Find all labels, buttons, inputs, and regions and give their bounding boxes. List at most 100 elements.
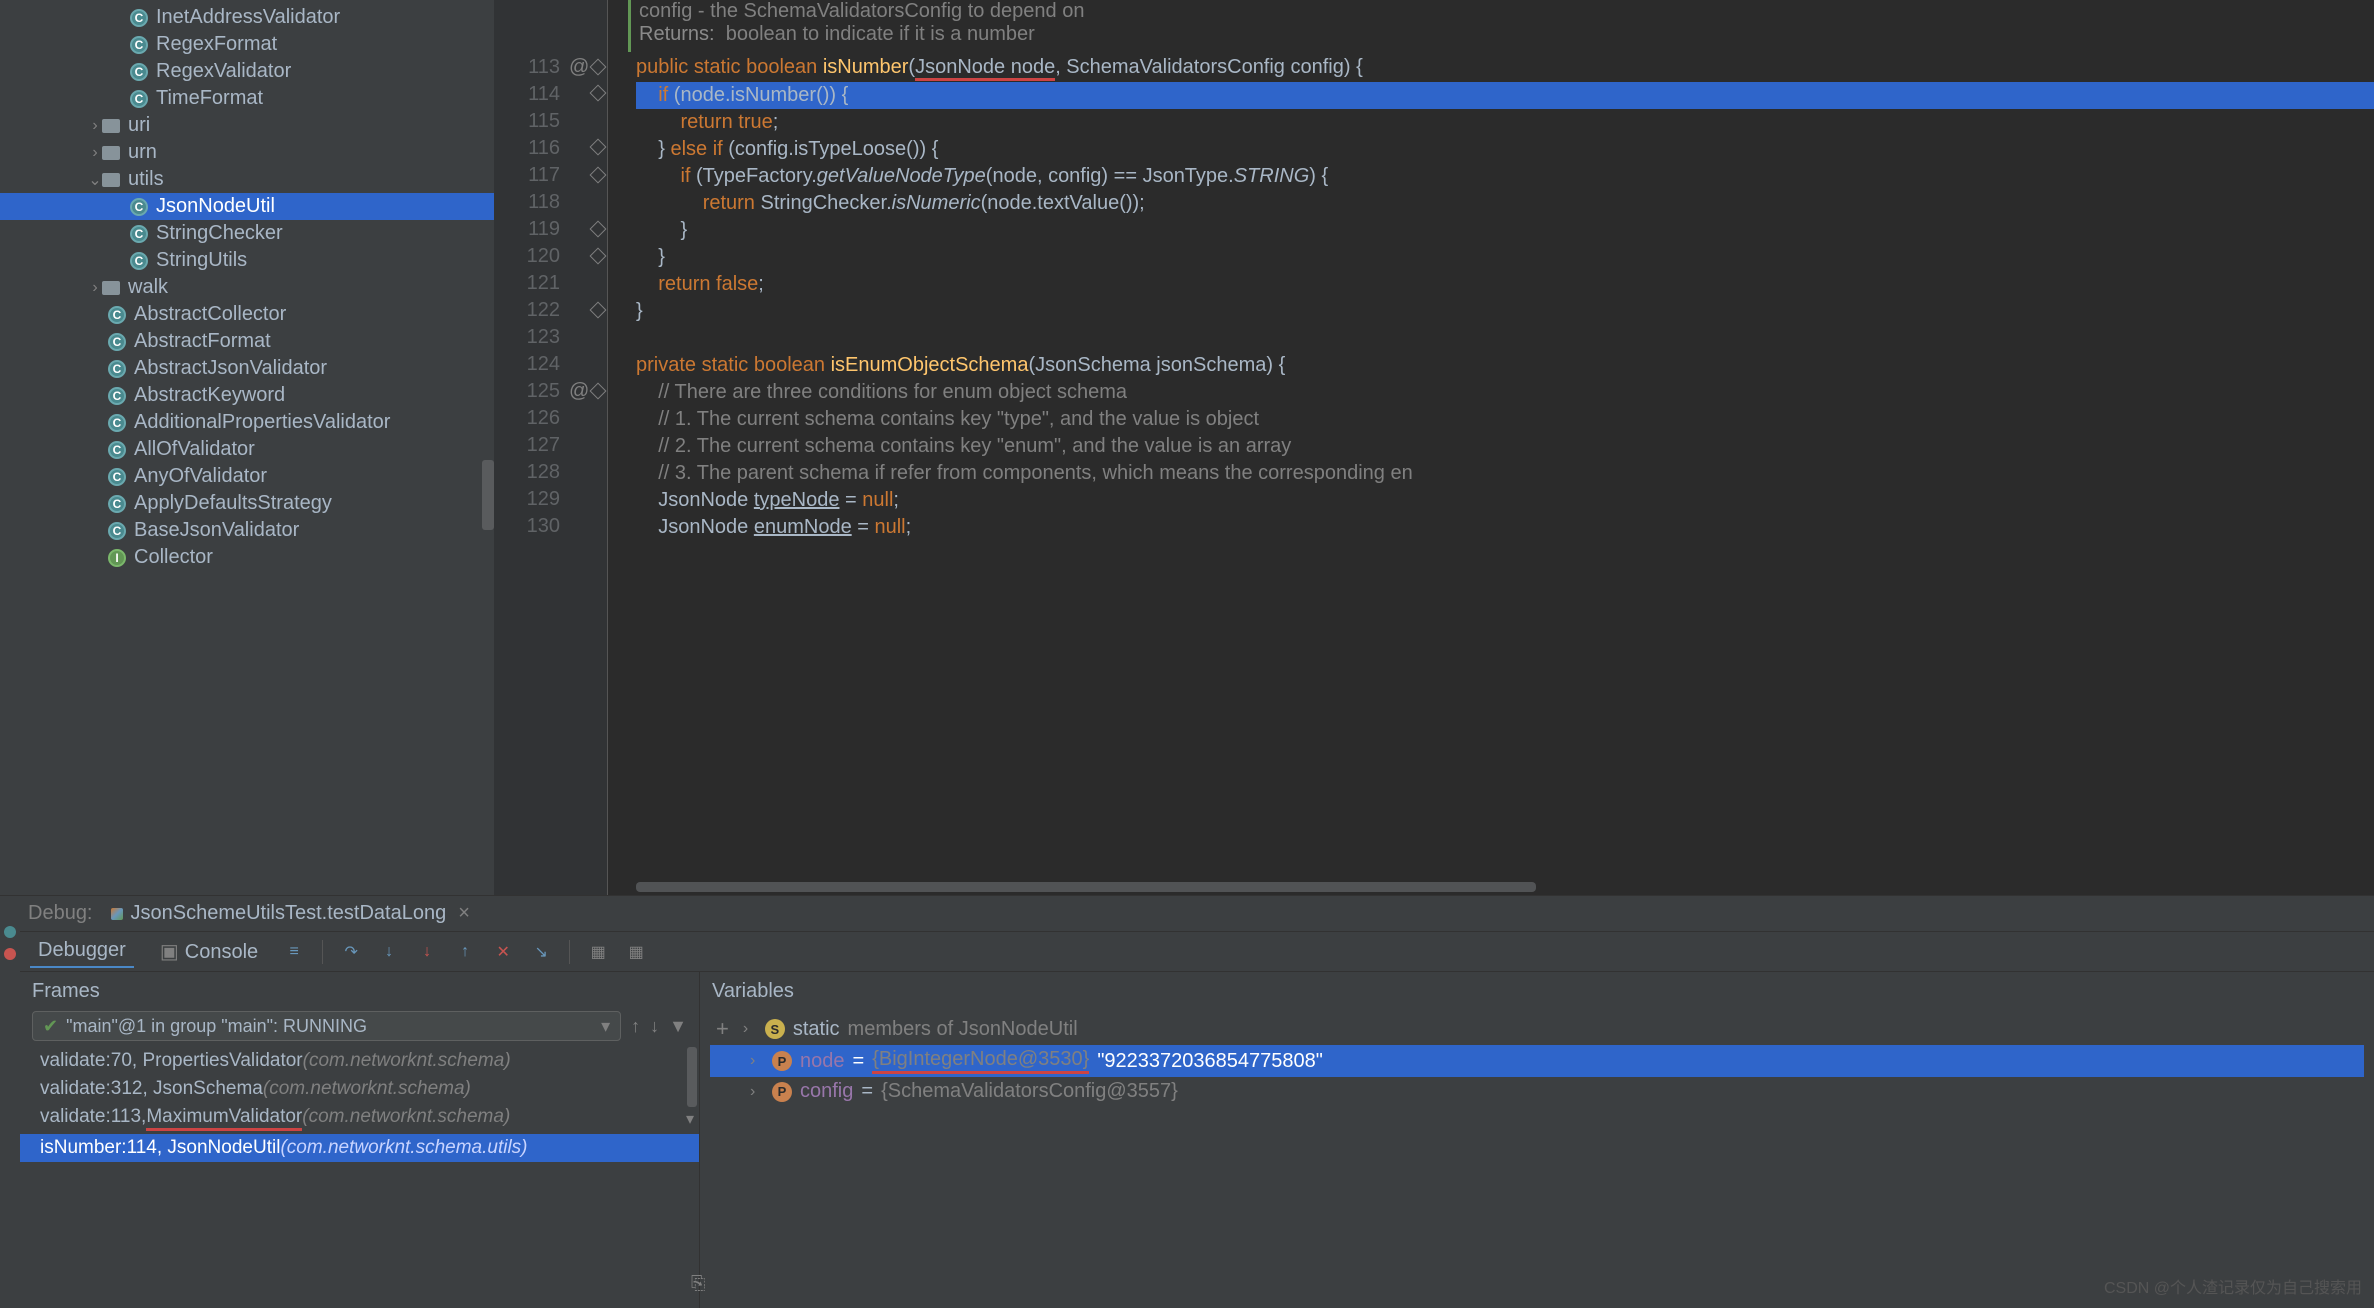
chevron-down-icon: ▾: [601, 1016, 610, 1037]
tree-item[interactable]: CTimeFormat: [0, 85, 494, 112]
code-editor[interactable]: @ @ 113114115116117118119120121122123124…: [494, 0, 2374, 895]
watermark: CSDN @个人渣记录仅为自己搜索用: [2104, 1274, 2362, 1298]
tree-label: TimeFormat: [156, 87, 494, 110]
close-icon[interactable]: ×: [458, 902, 470, 925]
tree-label: AbstractJsonValidator: [134, 357, 494, 380]
var-kind-icon: P: [772, 1082, 792, 1102]
check-icon: ✔: [43, 1016, 58, 1037]
frames-title: Frames: [20, 972, 699, 1011]
debug-tab[interactable]: JsonSchemeUtilsTest.testDataLong ×: [111, 902, 470, 925]
tree-item[interactable]: › walk: [0, 274, 494, 301]
debugger-tab[interactable]: Debugger: [30, 935, 134, 968]
up-icon[interactable]: ↑: [631, 1016, 640, 1037]
class-icon: C: [130, 198, 148, 216]
filter-icon[interactable]: ▼: [669, 1016, 687, 1037]
var-kind-icon: P: [772, 1051, 792, 1071]
class-icon: C: [108, 360, 126, 378]
run-to-cursor-icon[interactable]: ↘: [531, 942, 551, 962]
tree-item[interactable]: ›urn: [0, 139, 494, 166]
step-out-icon[interactable]: ↑: [455, 942, 475, 962]
tree-label: AnyOfValidator: [134, 465, 494, 488]
debug-label: Debug:: [28, 902, 93, 925]
evaluate-icon[interactable]: ▦: [588, 942, 608, 962]
tree-item[interactable]: C AnyOfValidator: [0, 463, 494, 490]
tree-item[interactable]: ⌄ utils: [0, 166, 494, 193]
class-icon: C: [108, 414, 126, 432]
chevron-icon: ›: [88, 117, 102, 135]
thread-selector[interactable]: ✔ "main"@1 in group "main": RUNNING ▾: [32, 1011, 621, 1041]
chevron-right-icon[interactable]: ›: [750, 1083, 764, 1101]
tree-item[interactable]: C AdditionalPropertiesValidator: [0, 409, 494, 436]
tree-item[interactable]: C AbstractFormat: [0, 328, 494, 355]
add-watch-icon[interactable]: +: [716, 1016, 729, 1042]
variable-row[interactable]: ›Pconfig = {SchemaValidatorsConfig@3557}: [710, 1077, 2364, 1106]
tree-item[interactable]: CAllOfValidator: [0, 436, 494, 463]
debug-left-toolbar[interactable]: [0, 896, 20, 1308]
tree-item[interactable]: C BaseJsonValidator: [0, 517, 494, 544]
editor-scrollbar-h[interactable]: [636, 882, 1536, 892]
more-icon[interactable]: ▦: [626, 942, 646, 962]
tree-item[interactable]: › uri: [0, 112, 494, 139]
tree-item[interactable]: CAbstractKeyword: [0, 382, 494, 409]
tree-item[interactable]: CAbstractCollector: [0, 301, 494, 328]
debug-header: Debug: JsonSchemeUtilsTest.testDataLong …: [20, 896, 2374, 932]
tree-label: Collector: [134, 546, 494, 569]
step-into-icon[interactable]: ↓: [379, 942, 399, 962]
class-icon: C: [108, 333, 126, 351]
chevron-icon: ⌄: [88, 170, 102, 190]
scroll-down-icon[interactable]: ▾: [683, 1109, 697, 1123]
chevron-right-icon[interactable]: ›: [750, 1052, 764, 1070]
javadoc-panel: config - the SchemaValidatorsConfig to d…: [628, 0, 2374, 52]
class-icon: C: [130, 225, 148, 243]
project-tree[interactable]: CInetAddressValidatorCRegexFormatCRegexV…: [0, 0, 494, 895]
stack-frame[interactable]: validate:312, JsonSchema (com.networknt.…: [20, 1075, 699, 1103]
code-content[interactable]: public static boolean isNumber(JsonNode …: [608, 0, 2374, 541]
tree-label: AllOfValidator: [134, 438, 494, 461]
down-icon[interactable]: ↓: [650, 1016, 659, 1037]
chevron-icon: ›: [88, 279, 102, 297]
tree-label: AdditionalPropertiesValidator: [134, 411, 494, 434]
tree-item[interactable]: CApplyDefaultsStrategy: [0, 490, 494, 517]
sidebar-scrollbar[interactable]: [482, 460, 494, 530]
tree-label: BaseJsonValidator: [134, 519, 494, 542]
class-icon: C: [130, 9, 148, 27]
stack-frame[interactable]: validate:70, PropertiesValidator (com.ne…: [20, 1047, 699, 1075]
class-icon: C: [108, 306, 126, 324]
tree-item[interactable]: CStringChecker: [0, 220, 494, 247]
class-icon: C: [108, 468, 126, 486]
tree-item[interactable]: C AbstractJsonValidator: [0, 355, 494, 382]
tree-item[interactable]: CRegexFormat: [0, 31, 494, 58]
variable-row[interactable]: +›Sstatic members of JsonNodeUtil: [710, 1013, 2364, 1045]
tree-label: uri: [128, 114, 494, 137]
tree-item[interactable]: CStringUtils: [0, 247, 494, 274]
class-icon: C: [130, 252, 148, 270]
stop-icon[interactable]: [4, 948, 16, 960]
tree-item[interactable]: CInetAddressValidator: [0, 4, 494, 31]
stack-scrollbar[interactable]: [687, 1047, 697, 1107]
chevron-icon: ›: [88, 144, 102, 162]
stack-frame[interactable]: validate:113, MaximumValidator (com.netw…: [20, 1103, 699, 1134]
tree-item[interactable]: CJsonNodeUtil: [0, 193, 494, 220]
debug-toolbar: Debugger ▣Console ≡ ↷ ↓ ↓ ↑ ✕ ↘ ▦ ▦: [20, 932, 2374, 972]
class-icon: C: [108, 522, 126, 540]
tree-label: AbstractFormat: [134, 330, 494, 353]
step-over-icon[interactable]: ↷: [341, 942, 361, 962]
tree-item[interactable]: CRegexValidator: [0, 58, 494, 85]
clipboard-icon[interactable]: ⎘: [691, 1273, 705, 1294]
stack-frames[interactable]: validate:70, PropertiesValidator (com.ne…: [20, 1047, 699, 1308]
variables-list[interactable]: +›Sstatic members of JsonNodeUtil›Pnode …: [700, 1011, 2374, 1308]
rerun-icon[interactable]: [4, 926, 16, 938]
tree-label: utils: [128, 168, 494, 191]
force-step-into-icon[interactable]: ↓: [417, 942, 437, 962]
chevron-right-icon[interactable]: ›: [743, 1020, 757, 1038]
tree-label: walk: [128, 276, 494, 299]
debug-panel: Debug: JsonSchemeUtilsTest.testDataLong …: [0, 895, 2374, 1308]
tree-item[interactable]: ICollector: [0, 544, 494, 571]
console-tab[interactable]: ▣Console: [152, 935, 266, 968]
line-gutter: @ @ 113114115116117118119120121122123124…: [494, 0, 590, 895]
stack-frame[interactable]: isNumber:114, JsonNodeUtil (com.networkn…: [20, 1134, 699, 1162]
variable-row[interactable]: ›Pnode = {BigIntegerNode@3530} "92233720…: [710, 1045, 2364, 1077]
marker-column: [590, 0, 608, 895]
toolbar-icon[interactable]: ≡: [284, 942, 304, 962]
drop-frame-icon[interactable]: ✕: [493, 942, 513, 962]
